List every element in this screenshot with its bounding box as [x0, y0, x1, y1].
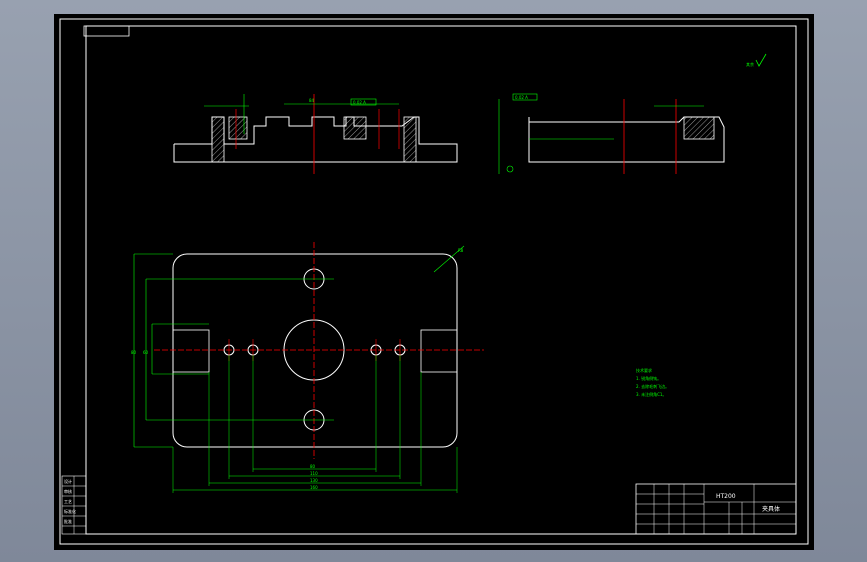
cad-application-viewport: 0.02 A 84 0.02 A R8 80 60 80 110 130 160…	[0, 0, 867, 562]
cad-drawing-svg: 0.02 A 84 0.02 A R8 80 60 80 110 130 160…	[59, 18, 809, 545]
drawing-canvas[interactable]: 0.02 A 84 0.02 A R8 80 60 80 110 130 160…	[54, 14, 814, 550]
side-block-label-1: 设计	[64, 478, 72, 484]
surface-mark-label: 其余	[746, 61, 754, 67]
section-view-right: 0.02 A	[498, 93, 725, 174]
plan-dim-2: 110	[310, 471, 318, 476]
inner-frame	[85, 25, 797, 535]
tech-req-line-1: 1. 锐角倒钝。	[636, 375, 661, 381]
tech-req-line-3: 3. 未注倒角C1。	[636, 391, 666, 397]
title-block: HT200 夹具体	[635, 483, 797, 535]
section-view-left: 0.02 A 84	[173, 94, 458, 174]
surface-finish-mark: 其余	[746, 53, 767, 67]
plan-dim-1: 80	[310, 464, 316, 469]
plan-height2-dimension: 60	[143, 350, 149, 355]
left-top-tolerance-label: 0.02 A	[353, 100, 366, 105]
technical-requirements: 技术要求 1. 锐角倒钝。 2. 去除毛刺飞边。 3. 未注倒角C1。	[636, 367, 669, 397]
left-side-block: 设计 审核 工艺 标准化 批准	[61, 475, 87, 535]
radius-dimension: R8	[458, 248, 464, 253]
side-block-label-3: 工艺	[64, 499, 72, 504]
side-block-label-4: 标准化	[64, 508, 76, 514]
tech-req-title: 技术要求	[636, 367, 652, 373]
right-top-tolerance-label: 0.02 A	[515, 95, 528, 100]
plan-view: R8 80 60 80 110 130 160	[131, 242, 484, 493]
side-block-label-5: 批准	[64, 518, 72, 524]
plan-dim-3: 130	[310, 478, 318, 483]
left-top-width-label: 84	[309, 98, 315, 103]
revision-box	[83, 25, 130, 37]
plan-height-dimension: 80	[131, 350, 137, 355]
outer-border	[59, 18, 809, 545]
tech-req-line-2: 2. 去除毛刺飞边。	[636, 383, 669, 389]
plan-dim-4: 160	[310, 485, 318, 490]
side-block-label-2: 审核	[64, 488, 72, 494]
title-part-name: 夹具体	[762, 505, 780, 513]
title-part-number: HT200	[716, 493, 736, 500]
